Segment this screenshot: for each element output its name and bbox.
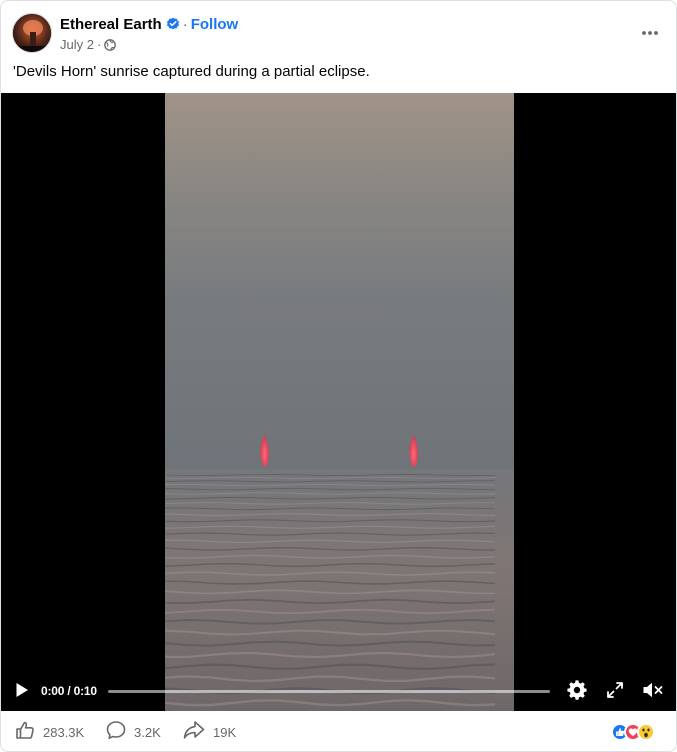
post-caption: 'Devils Horn' sunrise captured during a … xyxy=(13,63,370,80)
gear-icon xyxy=(567,679,587,705)
play-button[interactable] xyxy=(11,681,33,703)
page-avatar[interactable] xyxy=(12,13,52,53)
thumbs-up-icon xyxy=(15,720,35,745)
more-options-button[interactable] xyxy=(637,21,663,43)
fullscreen-button[interactable] xyxy=(604,681,626,703)
follow-button[interactable]: Follow xyxy=(191,16,239,33)
share-button[interactable]: 19K xyxy=(183,720,237,745)
video-controls: 0:00 / 0:10 xyxy=(1,673,676,711)
reaction-summary[interactable] xyxy=(611,723,655,743)
post-header: Ethereal Earth · Follow July 2 · xyxy=(1,1,676,61)
play-icon xyxy=(15,682,29,703)
mute-button[interactable] xyxy=(641,681,665,703)
post-card: Ethereal Earth · Follow July 2 · 'Devils… xyxy=(0,0,677,752)
post-date[interactable]: July 2 xyxy=(60,37,94,52)
comments-count: 3.2K xyxy=(134,724,161,740)
globe-icon xyxy=(104,38,117,51)
comment-bubble-icon xyxy=(106,720,126,745)
meta-separator: · xyxy=(96,36,102,52)
wow-reaction-icon xyxy=(637,723,655,741)
share-arrow-icon xyxy=(183,720,205,745)
engagement-bar: 283.3K 3.2K 19K xyxy=(1,711,676,751)
shares-count: 19K xyxy=(213,724,237,740)
muted-speaker-icon xyxy=(642,681,664,704)
time-display: 0:00 / 0:10 xyxy=(41,684,97,698)
name-row: Ethereal Earth · Follow xyxy=(60,14,238,34)
progress-bar[interactable] xyxy=(108,690,550,693)
verified-badge-icon xyxy=(166,17,180,31)
settings-button[interactable] xyxy=(566,679,588,705)
video-player[interactable]: 0:00 / 0:10 xyxy=(1,93,676,711)
like-button[interactable]: 283.3K xyxy=(15,721,84,743)
page-name[interactable]: Ethereal Earth xyxy=(60,16,162,33)
video-frame[interactable] xyxy=(165,93,514,711)
likes-count: 283.3K xyxy=(43,724,85,740)
comment-button[interactable]: 3.2K xyxy=(106,720,161,745)
post-meta: July 2 · xyxy=(60,36,117,52)
name-separator: · xyxy=(182,15,188,33)
more-options-icon xyxy=(641,23,659,41)
expand-icon xyxy=(606,681,624,704)
